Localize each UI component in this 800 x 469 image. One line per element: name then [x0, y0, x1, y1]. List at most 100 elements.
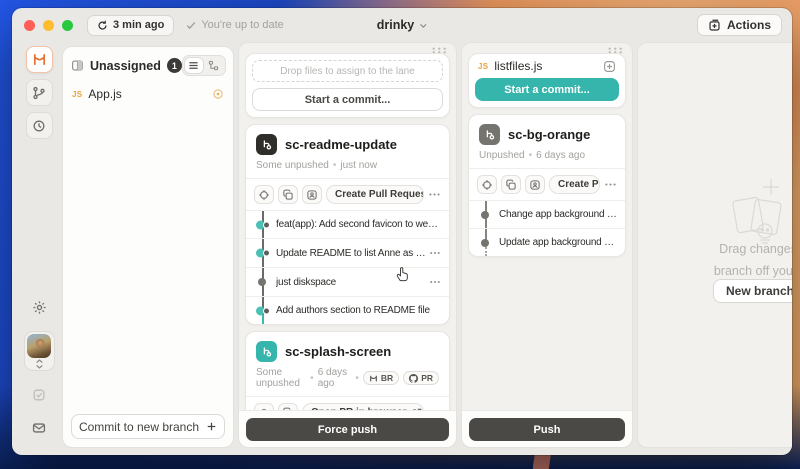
- feedback-button[interactable]: [26, 414, 53, 441]
- commit-state-icon: [258, 278, 266, 286]
- pr-badge-label: PR: [421, 373, 433, 383]
- sync-status-label: You're up to date: [201, 19, 283, 31]
- commit-row[interactable]: just diskspace: [246, 267, 449, 296]
- profile-switcher[interactable]: [24, 331, 55, 371]
- branch-header[interactable]: sc-readme-update Some unpushed just now: [246, 125, 449, 178]
- commit-row[interactable]: Update app background color t...: [469, 228, 625, 256]
- sidebar-rail: [19, 46, 59, 447]
- sync-time-label: 3 min ago: [113, 19, 164, 31]
- sync-icon: [97, 20, 108, 31]
- commit-message: Change app background color t...: [499, 209, 617, 220]
- commit-state-icon: [256, 220, 270, 229]
- lane1-dropzone[interactable]: Drop files to assign to the lane: [252, 60, 443, 82]
- copy-icon[interactable]: [278, 185, 298, 204]
- start-commit-label: Start a commit...: [305, 94, 391, 106]
- push-button[interactable]: Push: [469, 418, 625, 441]
- new-branch-button[interactable]: New branch: [713, 279, 792, 303]
- unassigned-panel: Unassigned 1 JS App.js: [62, 46, 234, 448]
- branch-pr-badge[interactable]: PR: [403, 371, 439, 385]
- commit-message: Update README to list Anne as primar...: [276, 248, 429, 259]
- branch-menu-button[interactable]: [428, 188, 441, 201]
- file-row-appjs[interactable]: JS App.js: [63, 82, 233, 106]
- branch-time: 6 days ago: [318, 367, 352, 389]
- branch-badge-icon: [256, 341, 277, 362]
- create-pull-request-button[interactable]: Create Pull Request: [326, 185, 424, 204]
- branch-toolbar: Create Pull Req...: [469, 168, 625, 200]
- pr-button-label: Create Pull Request: [335, 189, 424, 200]
- unassigned-header: Unassigned 1: [63, 47, 233, 82]
- branch-badge-icon: [256, 134, 277, 155]
- commit-row[interactable]: feat(app): Add second favicon to web con…: [246, 210, 449, 238]
- actions-label: Actions: [727, 18, 771, 32]
- js-file-icon: JS: [478, 62, 488, 71]
- force-push-button[interactable]: Force push: [246, 418, 449, 441]
- commit-list: Change app background color t... Update …: [469, 200, 625, 256]
- app-window: 3 min ago You're up to date drinky: [12, 8, 792, 455]
- commit-menu-button[interactable]: [429, 247, 441, 259]
- start-commit-label: Start a commit...: [504, 84, 590, 96]
- project-selector[interactable]: drinky: [377, 18, 428, 32]
- branch-name: sc-bg-orange: [508, 127, 590, 142]
- minimize-window-button[interactable]: [43, 20, 54, 31]
- file-name: listfiles.js: [494, 59, 542, 73]
- assign-plus-icon[interactable]: [603, 60, 616, 73]
- branch-header[interactable]: sc-bg-orange Unpushed 6 days ago: [469, 115, 625, 168]
- commit-message: Add authors section to README file: [276, 305, 430, 316]
- desktop-wallpaper: 3 min ago You're up to date drinky: [0, 0, 800, 469]
- workspace-button[interactable]: [26, 46, 53, 73]
- sync-button[interactable]: 3 min ago: [87, 15, 174, 36]
- sync-status: You're up to date: [186, 19, 283, 31]
- branch-toolbar: Create Pull Request: [246, 178, 449, 210]
- review-icon[interactable]: [302, 185, 322, 204]
- branch-menu-button[interactable]: [604, 178, 617, 191]
- target-icon[interactable]: [254, 185, 274, 204]
- branches-button[interactable]: [26, 79, 53, 106]
- commit-row[interactable]: Update README to list Anne as primar...: [246, 238, 449, 267]
- branch-header[interactable]: sc-splash-screen Some unpushed 6 days ag…: [246, 332, 449, 396]
- fullscreen-window-button[interactable]: [62, 20, 73, 31]
- commit-message: feat(app): Add second favicon to web con…: [276, 219, 441, 230]
- commit-menu-button[interactable]: [429, 276, 441, 288]
- history-button[interactable]: [26, 112, 53, 139]
- file-row-listfilesjs[interactable]: JS listfiles.js: [469, 54, 625, 78]
- branch-name: sc-splash-screen: [285, 344, 391, 359]
- tree-view-button[interactable]: [204, 57, 224, 74]
- branch-time: just now: [340, 160, 377, 171]
- close-window-button[interactable]: [24, 20, 35, 31]
- commit-row[interactable]: Change app background color t...: [469, 200, 625, 228]
- titlebar: 3 min ago You're up to date drinky: [12, 8, 792, 42]
- empty-lane[interactable]: Drag changes branch off your New branch: [637, 42, 792, 448]
- view-toggle: [182, 55, 226, 76]
- lane-1: Drop files to assign to the lane Start a…: [238, 42, 457, 448]
- review-icon[interactable]: [525, 175, 545, 194]
- check-icon: [186, 20, 196, 30]
- list-view-button[interactable]: [184, 57, 204, 74]
- file-name: App.js: [88, 87, 121, 101]
- branch-card-sc-readme-update: sc-readme-update Some unpushed just now: [245, 124, 450, 325]
- plus-box-icon: [708, 19, 721, 32]
- avatar: [27, 334, 51, 358]
- modified-status-icon: [212, 88, 224, 100]
- branch-status: Some unpushed: [256, 367, 306, 389]
- br-badge-label: BR: [381, 373, 393, 383]
- commit-row[interactable]: Add authors section to README file: [246, 296, 449, 324]
- lane2-start-commit-button[interactable]: Start a commit...: [475, 78, 619, 101]
- commit-to-new-branch-button[interactable]: Commit to new branch: [71, 414, 225, 439]
- unassigned-title: Unassigned: [90, 59, 161, 73]
- copy-icon[interactable]: [501, 175, 521, 194]
- drag-hint-text: Drag changes branch off your: [714, 239, 792, 283]
- create-pull-request-button[interactable]: Create Pull Req...: [549, 175, 600, 194]
- settings-button[interactable]: [26, 294, 53, 321]
- js-file-icon: JS: [72, 90, 82, 99]
- mouse-cursor: [394, 265, 410, 283]
- commit-message: just diskspace: [276, 277, 336, 288]
- commit-state-icon: [256, 249, 270, 258]
- actions-button[interactable]: Actions: [697, 14, 782, 36]
- lane1-start-commit-button[interactable]: Start a commit...: [252, 88, 443, 111]
- branch-status: Unpushed: [479, 150, 525, 161]
- updates-button[interactable]: [26, 381, 53, 408]
- branch-review-badge[interactable]: BR: [363, 371, 399, 385]
- update-check-icon: [32, 388, 46, 402]
- target-icon[interactable]: [477, 175, 497, 194]
- branch-card-sc-bg-orange: sc-bg-orange Unpushed 6 days ago: [468, 114, 626, 257]
